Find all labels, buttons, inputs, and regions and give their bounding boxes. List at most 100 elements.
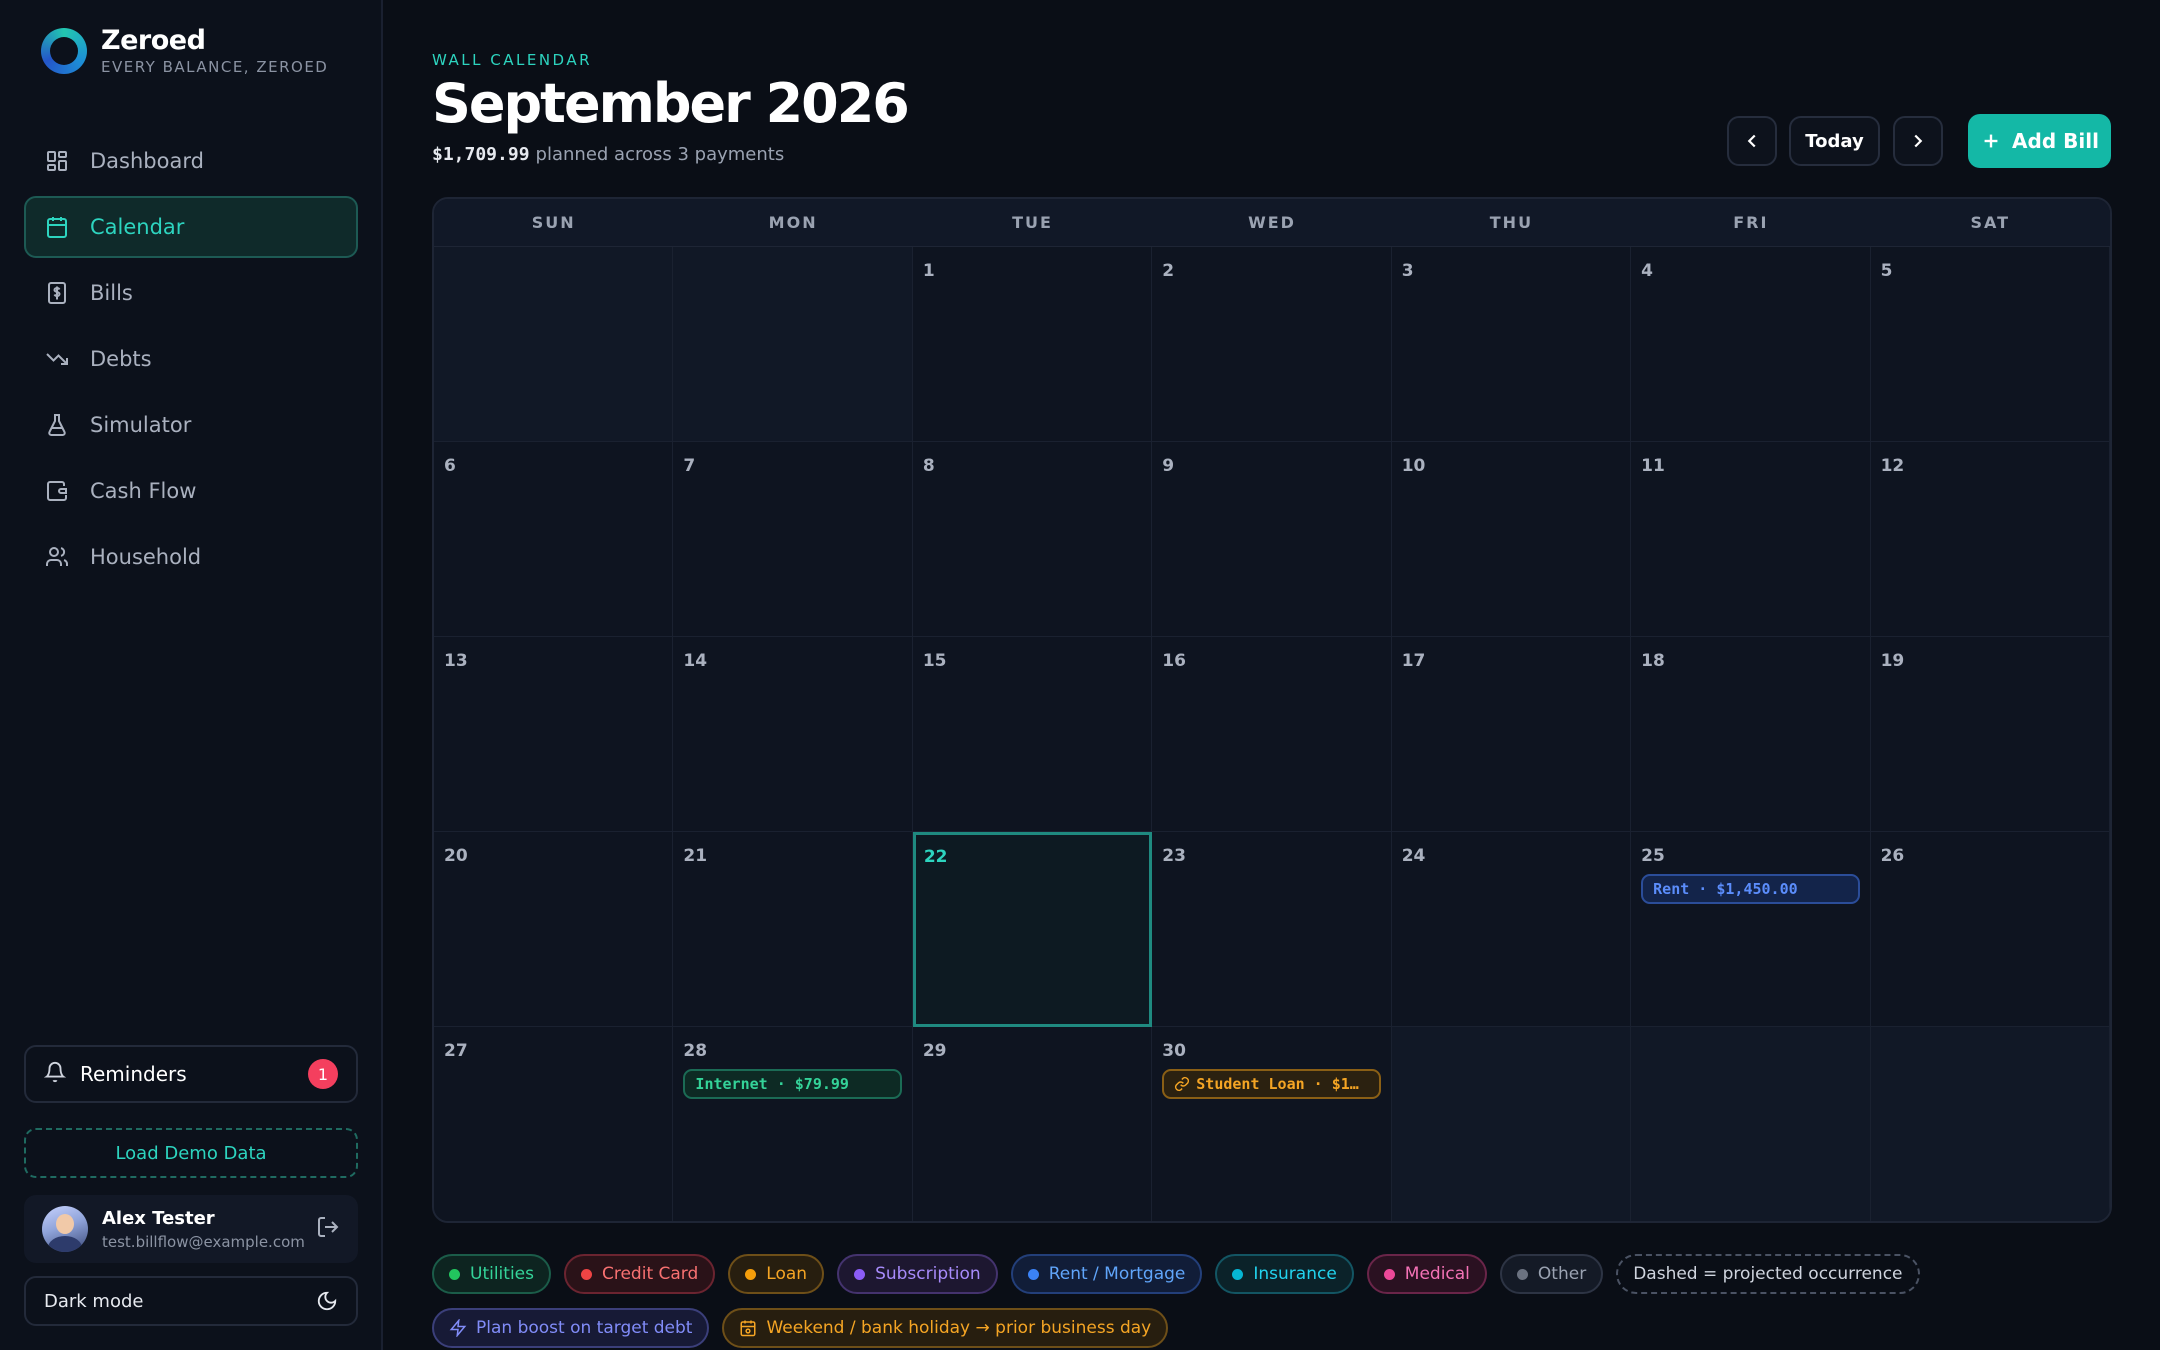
load-demo-data-button[interactable]: Load Demo Data bbox=[24, 1128, 358, 1178]
day-cell-12[interactable]: 12 bbox=[1870, 442, 2110, 637]
nav-item-label: Bills bbox=[90, 281, 133, 305]
calendar-clock-icon bbox=[739, 1319, 766, 1337]
previous-month-button[interactable] bbox=[1727, 116, 1777, 166]
today-button[interactable]: Today bbox=[1789, 116, 1880, 166]
day-cell-20[interactable]: 20 bbox=[434, 832, 674, 1027]
day-number: 27 bbox=[444, 1041, 468, 1061]
bill-event-utilities[interactable]: Internet · $79.99 bbox=[683, 1069, 902, 1099]
reminders-button[interactable]: Reminders 1 bbox=[24, 1045, 358, 1103]
day-cell-22[interactable]: 22 bbox=[912, 832, 1153, 1027]
day-number: 26 bbox=[1880, 846, 1905, 866]
day-cell-13[interactable]: 13 bbox=[434, 637, 674, 832]
day-number: 23 bbox=[1162, 846, 1186, 866]
nav-item-calendar[interactable]: Calendar bbox=[24, 196, 358, 258]
bill-event-loan[interactable]: Student Loan · $1… bbox=[1162, 1069, 1381, 1099]
user-name: Alex Tester bbox=[102, 1207, 215, 1229]
legend-chip-medical: Medical bbox=[1366, 1254, 1487, 1294]
day-number: 2 bbox=[1162, 261, 1175, 281]
day-cell-25[interactable]: 25 Rent · $1,450.00 bbox=[1631, 832, 1871, 1027]
day-cell-14[interactable]: 14 bbox=[673, 637, 913, 832]
weekday-header: SUN MON TUE WED THU FRI SAT bbox=[434, 199, 2110, 247]
legend-chip-utilities: Utilities bbox=[432, 1254, 551, 1294]
day-cell-24[interactable]: 24 bbox=[1391, 832, 1632, 1027]
day-number: 12 bbox=[1880, 456, 1905, 476]
dark-mode-toggle[interactable]: Dark mode bbox=[24, 1276, 358, 1326]
day-cell-7[interactable]: 7 bbox=[673, 442, 913, 637]
day-cell-18[interactable]: 18 bbox=[1631, 637, 1871, 832]
day-cell-30[interactable]: 30 Student Loan · $1… bbox=[1152, 1027, 1392, 1221]
add-bill-button[interactable]: Add Bill bbox=[1968, 114, 2111, 168]
nav-item-cash-flow[interactable]: Cash Flow bbox=[24, 460, 358, 522]
nav-item-household[interactable]: Household bbox=[24, 526, 358, 588]
legend-label: Loan bbox=[766, 1264, 808, 1284]
nav-item-dashboard[interactable]: Dashboard bbox=[24, 130, 358, 192]
legend-chip-other: Other bbox=[1499, 1254, 1604, 1294]
day-number: 3 bbox=[1401, 261, 1414, 281]
day-cell-29[interactable]: 29 bbox=[912, 1027, 1153, 1221]
day-number: 11 bbox=[1641, 456, 1665, 476]
day-cell-4[interactable]: 4 bbox=[1631, 247, 1871, 442]
calendar-grid: 1 2 3 4 5 6 7 8 9 10 11 12 13 14 15 16 17 18 19 20 21 22 23 24 2… bbox=[434, 247, 2110, 1221]
day-cell-16[interactable]: 16 bbox=[1152, 637, 1392, 832]
month-calendar: SUN MON TUE WED THU FRI SAT 1 2 3 4 5 6 7 8 9 10 1… bbox=[432, 197, 2112, 1223]
legend-label: Insurance bbox=[1253, 1264, 1337, 1284]
legend-dot bbox=[580, 1268, 592, 1280]
day-cell-5[interactable]: 5 bbox=[1870, 247, 2110, 442]
sidebar: Zeroed EVERY BALANCE, ZEROED Dashboard C… bbox=[0, 0, 383, 1350]
bill-event-label: Rent · $1,450.00 bbox=[1653, 880, 1798, 898]
bell-icon bbox=[43, 1061, 80, 1088]
brand[interactable]: Zeroed EVERY BALANCE, ZEROED bbox=[41, 26, 328, 76]
day-cell-6[interactable]: 6 bbox=[434, 442, 674, 637]
page-title: September 2026 bbox=[432, 72, 910, 135]
day-number: 6 bbox=[444, 456, 456, 476]
bill-event-label: Student Loan · $1… bbox=[1196, 1075, 1359, 1093]
day-cell-15[interactable]: 15 bbox=[912, 637, 1153, 832]
legend-dot bbox=[1383, 1268, 1395, 1280]
day-cell-19[interactable]: 19 bbox=[1870, 637, 2110, 832]
day-cell-26[interactable]: 26 bbox=[1870, 832, 2110, 1027]
legend-chip-holiday-shift: Weekend / bank holiday → prior business … bbox=[722, 1308, 1169, 1348]
legend-dot bbox=[1232, 1268, 1244, 1280]
flask-icon bbox=[44, 412, 70, 438]
day-cell-17[interactable]: 17 bbox=[1391, 637, 1632, 832]
day-cell-21[interactable]: 21 bbox=[673, 832, 913, 1027]
day-cell-8[interactable]: 8 bbox=[912, 442, 1153, 637]
day-number: 19 bbox=[1880, 651, 1905, 671]
weekday-label: MON bbox=[768, 213, 818, 232]
nav-item-debts[interactable]: Debts bbox=[24, 328, 358, 390]
day-cell-28[interactable]: 28 Internet · $79.99 bbox=[673, 1027, 913, 1221]
day-number: 16 bbox=[1162, 651, 1186, 671]
reminders-label: Reminders bbox=[80, 1062, 187, 1086]
day-cell-23[interactable]: 23 bbox=[1152, 832, 1392, 1027]
legend-label: Credit Card bbox=[601, 1264, 699, 1284]
day-cell-10[interactable]: 10 bbox=[1391, 442, 1632, 637]
nav-item-simulator[interactable]: Simulator bbox=[24, 394, 358, 456]
day-cell-27[interactable]: 27 bbox=[434, 1027, 674, 1221]
day-cell-1[interactable]: 1 bbox=[912, 247, 1153, 442]
day-cell-3[interactable]: 3 bbox=[1391, 247, 1632, 442]
day-number: 25 bbox=[1641, 846, 1665, 866]
add-bill-label: Add Bill bbox=[2012, 129, 2099, 153]
nav-item-label: Simulator bbox=[90, 413, 192, 437]
day-cell-empty bbox=[1631, 1027, 1871, 1221]
day-cell-9[interactable]: 9 bbox=[1152, 442, 1392, 637]
day-cell-11[interactable]: 11 bbox=[1631, 442, 1871, 637]
day-number: 28 bbox=[683, 1041, 708, 1061]
legend-chip-credit-card: Credit Card bbox=[563, 1254, 716, 1294]
brand-text: Zeroed EVERY BALANCE, ZEROED bbox=[101, 26, 328, 77]
users-icon bbox=[44, 544, 70, 570]
bill-event-label: Internet · $79.99 bbox=[695, 1075, 849, 1093]
link-icon bbox=[1174, 1076, 1190, 1092]
reminders-count-badge: 1 bbox=[308, 1059, 338, 1089]
calendar-icon bbox=[44, 214, 70, 240]
bill-event-rent[interactable]: Rent · $1,450.00 bbox=[1641, 874, 1860, 904]
nav-item-bills[interactable]: Bills bbox=[24, 262, 358, 324]
weekday-label: WED bbox=[1248, 213, 1296, 232]
grid-icon bbox=[44, 148, 70, 174]
day-number: 5 bbox=[1880, 261, 1893, 281]
next-month-button[interactable] bbox=[1893, 116, 1943, 166]
day-cell-2[interactable]: 2 bbox=[1152, 247, 1392, 442]
legend-label: Medical bbox=[1404, 1264, 1470, 1284]
logout-icon[interactable] bbox=[316, 1215, 340, 1243]
day-number: 20 bbox=[444, 846, 468, 866]
